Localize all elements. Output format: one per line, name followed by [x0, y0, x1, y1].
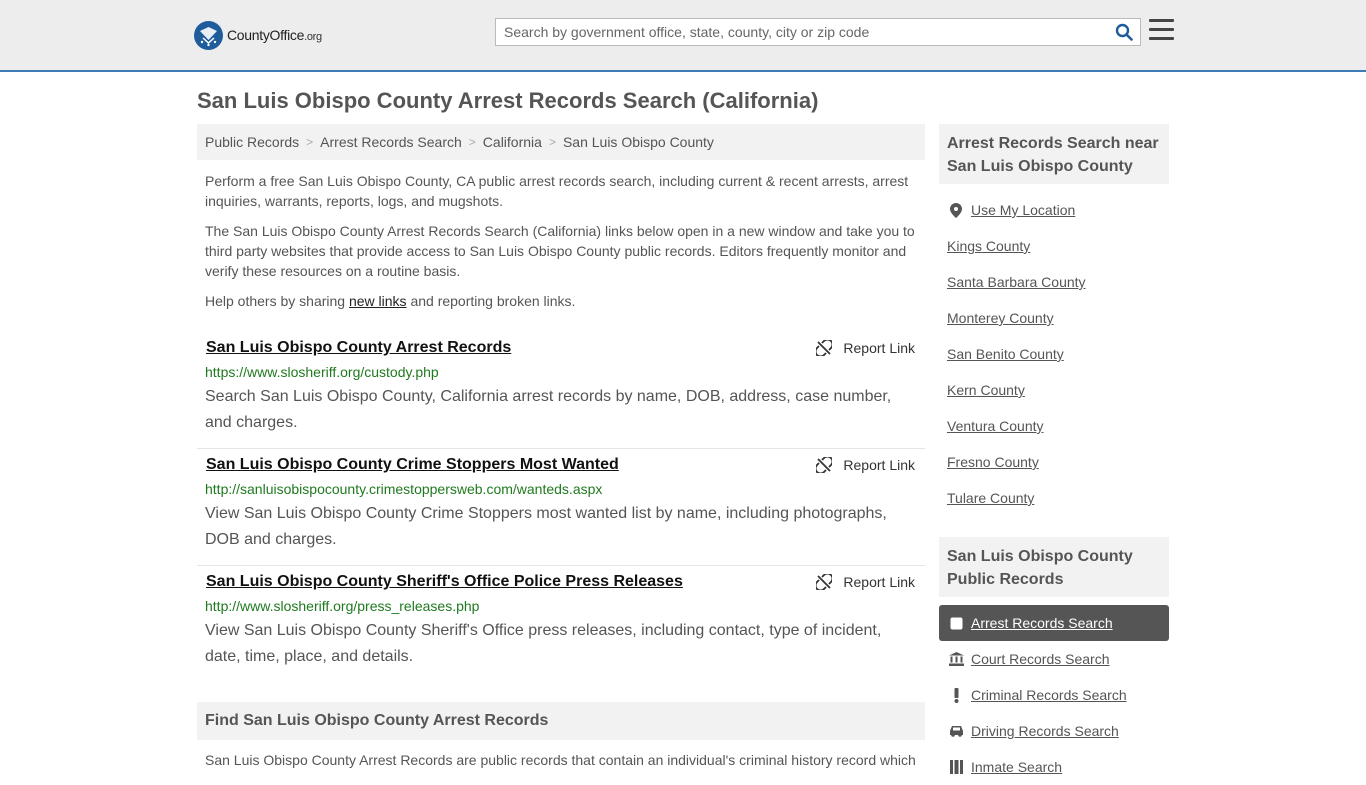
- category-link[interactable]: Arrest Records Search: [971, 615, 1113, 631]
- broken-link-icon: [816, 340, 833, 356]
- breadcrumb-public-records[interactable]: Public Records: [205, 134, 299, 150]
- nearby-item[interactable]: Santa Barbara County: [947, 264, 1169, 300]
- county-seal-icon: [194, 20, 223, 50]
- find-records-text: San Luis Obispo County Arrest Records ar…: [205, 752, 916, 768]
- site-logo[interactable]: CountyOffice.org: [194, 20, 322, 50]
- map-pin-icon: [947, 202, 965, 218]
- checkbox-icon: [948, 617, 964, 630]
- record-description: Search San Luis Obispo County, Californi…: [205, 388, 892, 431]
- search-icon: [1115, 23, 1133, 41]
- report-link-button[interactable]: Report Link: [816, 574, 915, 590]
- nearby-county-link[interactable]: Santa Barbara County: [947, 274, 1086, 290]
- search-button[interactable]: [1108, 19, 1140, 45]
- hamburger-menu-icon[interactable]: [1149, 19, 1175, 43]
- car-icon: [948, 725, 964, 737]
- nearby-county-link[interactable]: Tulare County: [947, 490, 1034, 506]
- record-url: http://sanluisobispocounty.crimestoppers…: [205, 481, 603, 497]
- category-driving-records[interactable]: Driving Records Search: [939, 713, 1169, 749]
- category-inmate-search[interactable]: Inmate Search: [939, 749, 1169, 785]
- site-header: CountyOffice.org: [0, 0, 1366, 72]
- nearby-item[interactable]: Fresno County: [947, 444, 1169, 480]
- record-title-link[interactable]: San Luis Obispo County Arrest Records: [206, 339, 511, 357]
- record-item: San Luis Obispo County Sheriff's Office …: [197, 566, 925, 683]
- category-criminal-records[interactable]: Criminal Records Search: [939, 677, 1169, 713]
- public-records-heading: San Luis Obispo County Public Records: [939, 537, 1169, 597]
- nearby-heading: Arrest Records Search near San Luis Obis…: [939, 124, 1169, 184]
- page-title: San Luis Obispo County Arrest Records Se…: [197, 88, 819, 113]
- report-link-button[interactable]: Report Link: [816, 340, 915, 356]
- report-link-button[interactable]: Report Link: [816, 457, 915, 473]
- use-location-item[interactable]: Use My Location: [947, 192, 1169, 228]
- nearby-item[interactable]: Monterey County: [947, 300, 1169, 336]
- nearby-item[interactable]: Kings County: [947, 228, 1169, 264]
- use-location-link[interactable]: Use My Location: [971, 202, 1075, 218]
- broken-link-icon: [816, 457, 833, 473]
- breadcrumb-county[interactable]: San Luis Obispo County: [563, 134, 714, 150]
- intro-text: Perform a free San Luis Obispo County, C…: [197, 171, 925, 311]
- intro-paragraph-2: The San Luis Obispo County Arrest Record…: [205, 223, 915, 279]
- category-link[interactable]: Court Records Search: [971, 651, 1110, 667]
- breadcrumb-arrest-records[interactable]: Arrest Records Search: [320, 134, 462, 150]
- category-link[interactable]: Criminal Records Search: [971, 687, 1127, 703]
- nearby-county-link[interactable]: Fresno County: [947, 454, 1039, 470]
- category-link[interactable]: Driving Records Search: [971, 723, 1119, 739]
- nearby-list: Use My Location Kings County Santa Barba…: [947, 192, 1169, 516]
- broken-link-icon: [816, 574, 833, 590]
- breadcrumb-california[interactable]: California: [483, 134, 542, 150]
- exclamation-icon: [948, 687, 964, 703]
- record-description: View San Luis Obispo County Crime Stoppe…: [205, 505, 887, 548]
- search-bar: [495, 18, 1141, 46]
- nearby-county-link[interactable]: Kern County: [947, 382, 1025, 398]
- record-title-link[interactable]: San Luis Obispo County Crime Stoppers Mo…: [206, 456, 619, 474]
- breadcrumb: Public Records > Arrest Records Search >…: [197, 124, 925, 160]
- intro-paragraph-3: Help others by sharing new links and rep…: [205, 293, 576, 309]
- record-url: https://www.slosheriff.org/custody.php: [205, 364, 439, 380]
- courthouse-icon: [948, 652, 964, 666]
- main-content: Public Records > Arrest Records Search >…: [197, 124, 925, 683]
- record-title-link[interactable]: San Luis Obispo County Sheriff's Office …: [206, 573, 683, 591]
- nearby-item[interactable]: San Benito County: [947, 336, 1169, 372]
- public-records-list: Arrest Records Search Court Records Sear…: [939, 605, 1169, 785]
- chevron-right-icon: >: [468, 135, 476, 149]
- nearby-county-link[interactable]: Kings County: [947, 238, 1030, 254]
- nearby-county-link[interactable]: Ventura County: [947, 418, 1044, 434]
- record-item: San Luis Obispo County Arrest Records Re…: [197, 332, 925, 449]
- chevron-right-icon: >: [306, 135, 314, 149]
- category-link[interactable]: Inmate Search: [971, 759, 1062, 775]
- intro-paragraph-1: Perform a free San Luis Obispo County, C…: [205, 173, 909, 209]
- nearby-item[interactable]: Ventura County: [947, 408, 1169, 444]
- category-arrest-records[interactable]: Arrest Records Search: [939, 605, 1169, 641]
- record-url: http://www.slosheriff.org/press_releases…: [205, 598, 480, 614]
- search-input[interactable]: [496, 19, 1108, 45]
- find-records-heading: Find San Luis Obispo County Arrest Recor…: [197, 702, 925, 740]
- nearby-item[interactable]: Tulare County: [947, 480, 1169, 516]
- record-item: San Luis Obispo County Crime Stoppers Mo…: [197, 449, 925, 566]
- new-links-link[interactable]: new links: [349, 293, 407, 309]
- inmate-icon: [948, 760, 964, 774]
- nearby-county-link[interactable]: San Benito County: [947, 346, 1064, 362]
- category-court-records[interactable]: Court Records Search: [939, 641, 1169, 677]
- record-description: View San Luis Obispo County Sheriff's Of…: [205, 622, 882, 665]
- nearby-item[interactable]: Kern County: [947, 372, 1169, 408]
- chevron-right-icon: >: [548, 135, 556, 149]
- nearby-county-link[interactable]: Monterey County: [947, 310, 1054, 326]
- logo-text: CountyOffice.org: [227, 27, 322, 43]
